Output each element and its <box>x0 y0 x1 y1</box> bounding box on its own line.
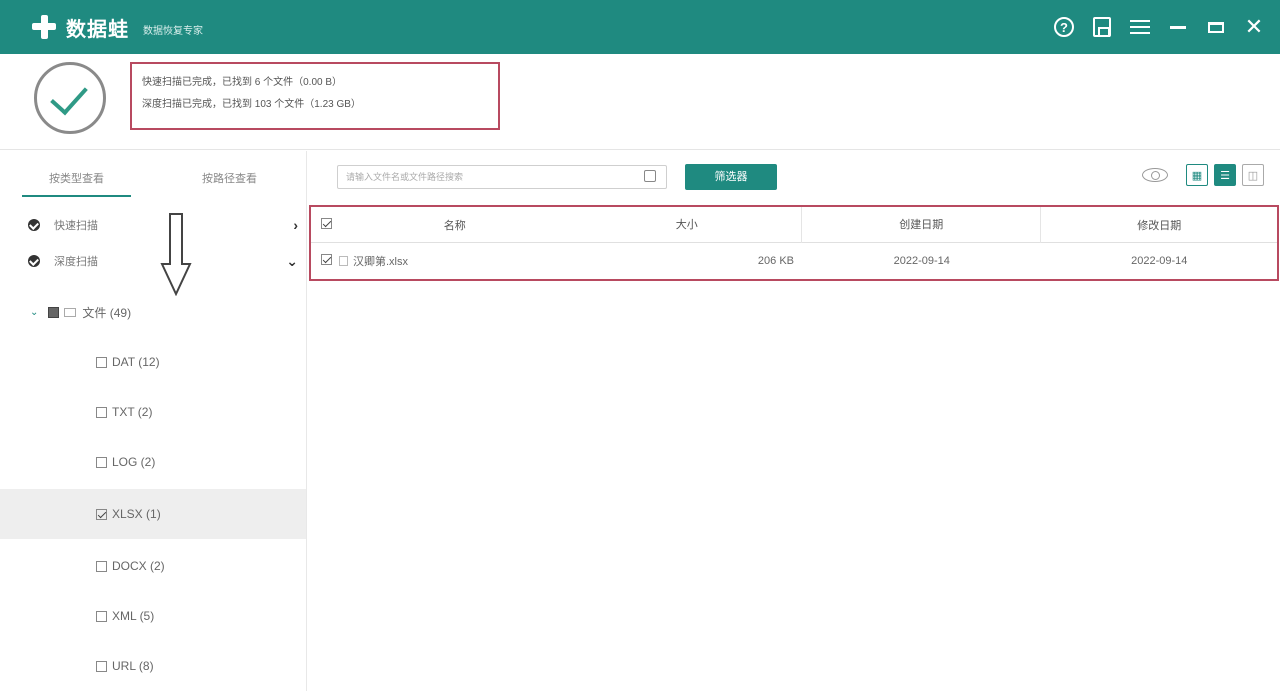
tree-item-dat[interactable]: DAT (12) <box>0 337 306 387</box>
window-controls: ? ✕ <box>1048 0 1270 54</box>
list-view-button[interactable]: ☰ <box>1214 164 1236 186</box>
scan-group-quick[interactable]: 快速扫描 › <box>0 213 306 237</box>
file-created-date: 2022-09-14 <box>893 255 950 267</box>
file-size: 206 KB <box>757 255 794 267</box>
scan-complete-check-icon <box>34 62 106 134</box>
app-name: 数据蛙 <box>66 18 129 41</box>
menu-button[interactable] <box>1124 11 1156 43</box>
checked-circle-icon <box>28 255 40 267</box>
file-name: 汉卿第.xlsx <box>352 256 408 268</box>
view-mode-tabs: 按类型查看 按路径查看 <box>0 151 306 207</box>
tree-item-label: XML (5) <box>112 609 155 623</box>
header-modified[interactable]: 修改日期 <box>1041 217 1277 233</box>
logo-cross-icon <box>30 13 58 41</box>
tree-item-label: DOCX (2) <box>112 559 165 573</box>
tree-checkbox[interactable] <box>96 560 107 572</box>
tab-by-type[interactable]: 按类型查看 <box>0 151 153 207</box>
chevron-down-icon[interactable]: ⌄ <box>30 307 38 318</box>
tree-item-url[interactable]: URL (8) <box>0 641 306 691</box>
file-list-panel: 请输入文件名或文件路径搜索 筛选器 ▦ ☰ ◫ 名称 大小 创建日期 修改日期 … <box>306 151 1280 691</box>
tab-by-path[interactable]: 按路径查看 <box>153 151 306 207</box>
close-button[interactable]: ✕ <box>1238 11 1270 43</box>
tree-item-label: URL (8) <box>112 659 154 673</box>
title-bar: 数据蛙 数据恢复专家 ? ✕ <box>0 0 1280 54</box>
tree-checkbox[interactable] <box>96 406 107 418</box>
help-button[interactable]: ? <box>1048 11 1080 43</box>
app-logo: 数据蛙 数据恢复专家 <box>30 13 203 42</box>
search-placeholder: 请输入文件名或文件路径搜索 <box>346 172 464 182</box>
filter-button[interactable]: 筛选器 <box>685 164 777 190</box>
tree-checkbox[interactable] <box>96 456 107 468</box>
tree-item-xml[interactable]: XML (5) <box>0 591 306 641</box>
deep-scan-status: 深度扫描已完成，已找到 103 个文件（1.23 GB） <box>142 99 361 110</box>
header-created[interactable]: 创建日期 <box>802 206 1042 243</box>
annotation-arrow-down-icon <box>160 213 192 296</box>
maximize-icon <box>1208 21 1224 33</box>
tree-item-docx[interactable]: DOCX (2) <box>0 541 306 591</box>
scan-group-deep[interactable]: 深度扫描 ⌄ <box>0 249 306 273</box>
folder-icon <box>64 307 77 317</box>
tree-checkbox[interactable] <box>96 356 107 368</box>
tree-item-label: DAT (12) <box>112 355 160 369</box>
view-controls: ▦ ☰ ◫ <box>1142 164 1264 186</box>
maximize-button[interactable] <box>1200 11 1232 43</box>
checked-circle-icon <box>28 219 40 231</box>
help-icon: ? <box>1054 17 1074 37</box>
table-header: 名称 大小 创建日期 修改日期 <box>311 206 1277 243</box>
menu-icon <box>1130 20 1150 34</box>
grid-view-button[interactable]: ▦ <box>1186 164 1208 186</box>
detail-view-button[interactable]: ◫ <box>1242 164 1264 186</box>
tree-root-files[interactable]: ⌄ 文件 (49) <box>0 287 306 337</box>
save-icon <box>1093 17 1111 37</box>
save-button[interactable] <box>1086 11 1118 43</box>
partial-checkbox[interactable] <box>48 306 60 318</box>
tree-item-txt[interactable]: TXT (2) <box>0 387 306 437</box>
scan-summary-box: 快速扫描已完成，已找到 6 个文件（0.00 B） 深度扫描已完成，已找到 10… <box>130 62 500 130</box>
select-all-checkbox[interactable] <box>321 217 332 229</box>
tree-item-label: LOG (2) <box>112 455 156 469</box>
tree-checkbox[interactable] <box>96 610 107 622</box>
search-icon[interactable] <box>644 170 656 182</box>
close-icon: ✕ <box>1244 14 1264 39</box>
tree-item-log[interactable]: LOG (2) <box>0 437 306 487</box>
tree-item-label: TXT (2) <box>112 405 153 419</box>
row-checkbox[interactable] <box>321 254 332 265</box>
file-modified-date: 2022-09-14 <box>1131 255 1188 267</box>
minimize-icon <box>1170 25 1186 29</box>
app-slogan: 数据恢复专家 <box>143 25 203 37</box>
scan-status-area: 快速扫描已完成，已找到 6 个文件（0.00 B） 深度扫描已完成，已找到 10… <box>0 54 1280 150</box>
header-name[interactable]: 名称 <box>337 217 573 233</box>
left-panel: 按类型查看 按路径查看 快速扫描 › 深度扫描 ⌄ ⌄ 文件 (49) DAT … <box>0 151 306 691</box>
tree-checkbox-checked[interactable] <box>96 508 107 520</box>
chevron-down-icon[interactable]: ⌄ <box>286 253 298 270</box>
minimize-button[interactable] <box>1162 11 1194 43</box>
tree-root-label: 文件 (49) <box>82 305 132 320</box>
file-table: 名称 大小 创建日期 修改日期 汉卿第.xlsx 206 KB 2022-09-… <box>309 205 1279 281</box>
table-row[interactable]: 汉卿第.xlsx 206 KB 2022-09-14 2022-09-14 <box>311 243 1277 279</box>
header-size[interactable]: 大小 <box>572 206 802 243</box>
preview-eye-icon[interactable] <box>1142 168 1168 182</box>
tree-item-xlsx[interactable]: XLSX (1) <box>0 489 306 539</box>
quick-scan-status: 快速扫描已完成，已找到 6 个文件（0.00 B） <box>142 77 343 88</box>
scan-group-label: 快速扫描 <box>54 220 98 232</box>
search-input[interactable]: 请输入文件名或文件路径搜索 <box>337 165 667 189</box>
chevron-right-icon[interactable]: › <box>293 217 298 233</box>
tree-checkbox[interactable] <box>96 660 107 672</box>
tree-item-label: XLSX (1) <box>112 507 161 521</box>
file-icon <box>338 256 348 266</box>
scan-group-label: 深度扫描 <box>54 256 98 268</box>
